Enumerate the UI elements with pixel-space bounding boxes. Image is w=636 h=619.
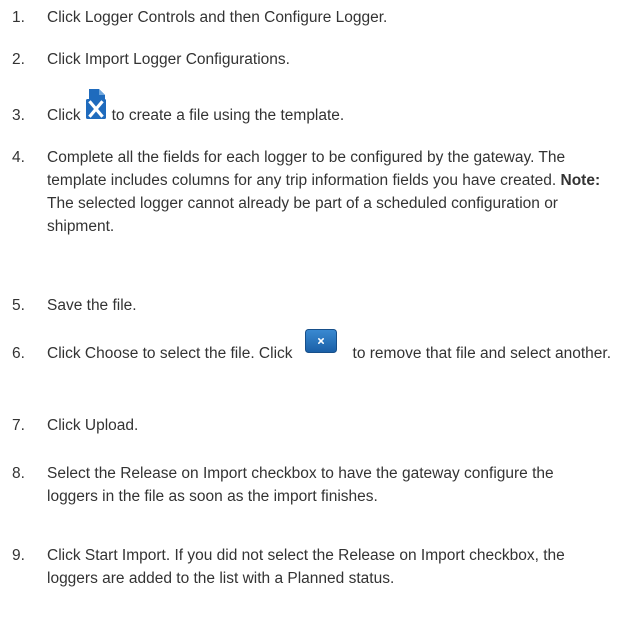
remove-file-icon[interactable]: [304, 329, 337, 353]
step-text-before: Click Choose to select the file. Click: [47, 345, 293, 362]
step-text: Click to create a file using the templat…: [47, 89, 632, 127]
step-text: Click Upload.: [47, 417, 139, 434]
step-number: 4.: [12, 149, 25, 166]
note-text: The selected logger cannot already be pa…: [47, 195, 558, 235]
step-text-before: Click: [47, 107, 81, 124]
step-number: 2.: [12, 51, 25, 68]
step-text: Select the Release on Import checkbox to…: [47, 465, 554, 505]
step-text-main: Complete all the fields for each logger …: [47, 149, 566, 189]
step-text: Save the file.: [47, 297, 137, 314]
step-text: Click Import Logger Configurations.: [47, 51, 290, 68]
step-number: 3.: [12, 107, 25, 124]
step-number: 7.: [12, 417, 25, 434]
step-number: 8.: [12, 465, 25, 482]
step-number: 1.: [12, 9, 25, 26]
step-text: Complete all the fields for each logger …: [47, 146, 607, 238]
step-text-after: to remove that file and select another.: [352, 345, 612, 362]
step-text-after: to create a file using the template.: [111, 107, 345, 124]
step-text: Click Logger Controls and then Configure…: [47, 9, 388, 26]
step-text: Click Choose to select the file. Click t…: [47, 329, 632, 365]
step-number: 5.: [12, 297, 25, 314]
step-number: 6.: [12, 345, 25, 362]
note-label: Note:: [560, 172, 601, 189]
step-text: Click Start Import. If you did not selec…: [47, 547, 565, 587]
excel-template-icon[interactable]: [85, 88, 107, 120]
step-number: 9.: [12, 547, 25, 564]
